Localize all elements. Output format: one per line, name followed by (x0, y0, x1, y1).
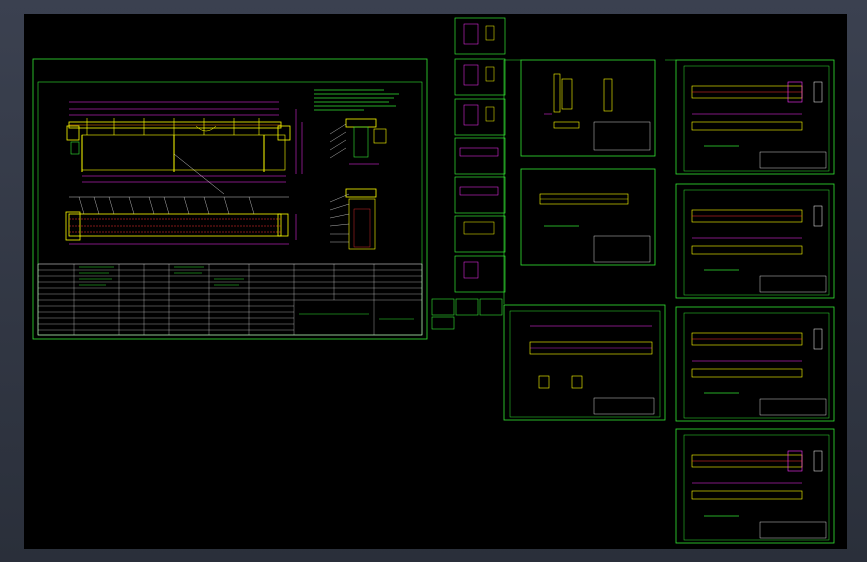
part-sheet-4 (675, 59, 835, 175)
conveyor-elevation-view (66, 101, 303, 195)
assembly-sheet (32, 58, 428, 340)
part-sheet-1 (503, 59, 656, 304)
technical-notes (314, 89, 399, 111)
conveyor-plan-view (65, 196, 297, 245)
part-sheet-6 (675, 306, 835, 422)
part-sheet-7 (675, 428, 835, 544)
part-sheet-2 (520, 168, 656, 266)
detail-thumbnail-column (431, 17, 506, 330)
part-sheet-5 (675, 183, 835, 299)
side-section-views (329, 118, 387, 250)
cad-drawing-canvas[interactable] (24, 14, 847, 549)
part-sheet-3 (503, 304, 666, 421)
cad-model-space[interactable] (24, 14, 847, 549)
parts-list-table (37, 263, 423, 336)
